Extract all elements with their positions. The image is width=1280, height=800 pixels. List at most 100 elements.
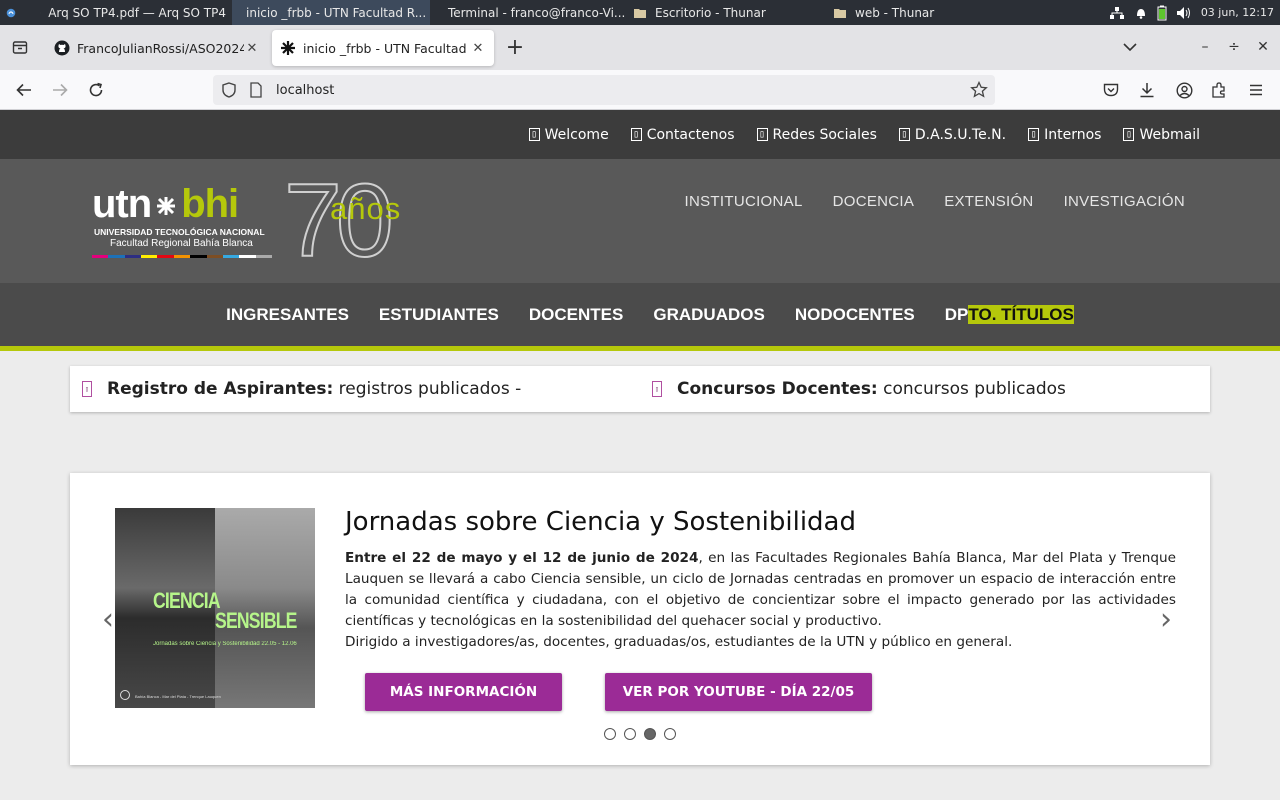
pocket-icon xyxy=(1103,83,1119,97)
maximize-icon: ÷ xyxy=(1228,39,1240,55)
browser-toolbar: localhost xyxy=(0,70,1280,110)
poster-foot: Bahía Blanca - Mar del Plata - Trenque L… xyxy=(135,694,221,699)
missing-glyph-icon: ▯ xyxy=(528,128,540,141)
taskbar-app-thunar-web[interactable]: web - Thunar xyxy=(827,0,1027,25)
firefox-view-button[interactable] xyxy=(8,35,32,59)
tab-label: inicio _frbb - UTN Facultad Reg xyxy=(303,40,470,56)
slide-body-bold: Entre el 22 de mayo y el 12 de junio de … xyxy=(345,550,699,566)
window-close-button[interactable]: ✕ xyxy=(1251,35,1275,59)
taskbar-app-pdf[interactable]: Arq SO TP4.pdf — Arq SO TP4 xyxy=(30,0,232,25)
notification-bell-icon[interactable] xyxy=(1134,6,1148,20)
topnav-label[interactable]: Webmail xyxy=(1139,127,1200,143)
missing-glyph-icon: ▯ xyxy=(82,381,92,397)
taskbar-app-label: Terminal - franco@franco-Vi... xyxy=(448,5,626,20)
menu-institucional[interactable]: INSTITUCIONAL xyxy=(685,193,803,210)
secnav-estudiantes[interactable]: ESTUDIANTES xyxy=(379,305,499,325)
minimize-button[interactable]: – xyxy=(1193,35,1217,59)
poster-word2: SENSIBLE xyxy=(215,608,297,633)
secnav-dpto-titulos[interactable]: DPTO. TÍTULOS xyxy=(945,304,1074,325)
menu-extension[interactable]: EXTENSIÓN xyxy=(944,193,1033,210)
menu-docencia[interactable]: DOCENCIA xyxy=(833,193,915,210)
secnav-graduados[interactable]: GRADUADOS xyxy=(653,305,764,325)
topnav-label[interactable]: Contactenos xyxy=(647,127,735,143)
taskbar-app-terminal[interactable]: Terminal - franco@franco-Vi... xyxy=(430,0,627,25)
folder-icon xyxy=(834,8,846,18)
firefox-view-icon xyxy=(12,41,28,54)
topnav-dasuten[interactable]: ▯ D.A.S.U.Te.N. xyxy=(898,127,1006,143)
ticker-text: registros publicados - xyxy=(333,379,522,399)
back-button[interactable] xyxy=(12,78,36,102)
address-bar[interactable]: localhost xyxy=(213,75,995,105)
reload-button[interactable] xyxy=(84,78,108,102)
maximize-button[interactable]: ÷ xyxy=(1222,35,1246,59)
slider-dot-4[interactable] xyxy=(664,728,676,740)
menu-button[interactable] xyxy=(1244,78,1268,102)
ticker-item-aspirantes[interactable]: ▯ Registro de Aspirantes: registros publ… xyxy=(82,379,521,399)
topnav-redes-sociales[interactable]: ▯ Redes Sociales xyxy=(756,127,877,143)
extensions-button[interactable] xyxy=(1207,78,1231,102)
missing-glyph-icon: ▯ xyxy=(630,128,642,141)
top-utility-nav: ▯ Welcome ▯ Contactenos ▯ Redes Sociales ▯ D… xyxy=(0,110,1280,159)
slide-body-line2: Dirigido a investigadores/as, docentes, … xyxy=(345,634,1013,650)
topnav-label[interactable]: Internos xyxy=(1044,127,1101,143)
topnav-contactenos[interactable]: ▯ Contactenos xyxy=(630,127,735,143)
news-slider: ‹ › CIENCIA SENSIBLE Jornadas sobre Cien… xyxy=(70,473,1210,765)
tab-close-icon[interactable]: ✕ xyxy=(244,41,260,56)
topnav-webmail[interactable]: ▯ Webmail xyxy=(1123,127,1200,143)
new-tab-button[interactable]: + xyxy=(503,35,527,60)
logo-line1: UNIVERSIDAD TECNOLÓGICA NACIONAL xyxy=(94,227,265,237)
secnav-ingresantes[interactable]: INGRESANTES xyxy=(226,305,349,325)
utn-favicon-icon xyxy=(281,41,295,55)
bookmark-star-icon[interactable] xyxy=(970,81,988,99)
ver-youtube-button[interactable]: VER POR YOUTUBE - DÍA 22/05 xyxy=(605,673,872,711)
list-all-tabs-button[interactable] xyxy=(1118,35,1142,59)
slider-dot-3[interactable] xyxy=(644,728,656,740)
ticker-text: concursos publicados xyxy=(877,379,1066,399)
battery-icon[interactable] xyxy=(1157,5,1167,21)
topnav-label[interactable]: D.A.S.U.Te.N. xyxy=(915,127,1006,143)
topnav-label[interactable]: Welcome xyxy=(545,127,609,143)
slide-title[interactable]: Jornadas sobre Ciencia y Sostenibilidad xyxy=(345,507,856,537)
account-button[interactable] xyxy=(1172,78,1196,102)
topnav-internos[interactable]: ▯ Internos xyxy=(1028,127,1101,143)
mas-informacion-button[interactable]: MÁS INFORMACIÓN xyxy=(365,673,562,711)
missing-glyph-icon: ▯ xyxy=(1028,128,1040,141)
start-menu-button[interactable] xyxy=(0,0,30,25)
tab-close-icon[interactable]: ✕ xyxy=(470,41,486,56)
taskbar-app-thunar-desktop[interactable]: Escritorio - Thunar xyxy=(627,0,827,25)
menu-investigacion[interactable]: INVESTIGACIÓN xyxy=(1064,193,1185,210)
poster-sub: Jornadas sobre Ciencia y Sostenibilidad … xyxy=(153,641,297,647)
downloads-button[interactable] xyxy=(1135,78,1159,102)
ticker-item-concursos[interactable]: ▯ Concursos Docentes: concursos publicad… xyxy=(652,379,1066,399)
tab-utn-active[interactable]: inicio _frbb - UTN Facultad Reg ✕ xyxy=(272,30,494,66)
site-logo[interactable]: utn bhi UNIVERSIDAD TECNOLÓGICA NACIONAL … xyxy=(92,162,422,280)
pocket-button[interactable] xyxy=(1099,78,1123,102)
anniversary-anos: años xyxy=(330,191,402,226)
taskbar-app-label: Escritorio - Thunar xyxy=(655,5,766,20)
volume-icon[interactable] xyxy=(1176,6,1192,20)
tab-label: FrancoJulianRossi/ASO2024TP xyxy=(77,40,244,56)
tab-github[interactable]: FrancoJulianRossi/ASO2024TP ✕ xyxy=(46,30,268,66)
network-icon[interactable] xyxy=(1109,6,1125,20)
slide-poster-image[interactable]: CIENCIA SENSIBLE Jornadas sobre Ciencia … xyxy=(115,508,315,708)
page-icon[interactable] xyxy=(249,82,263,98)
close-icon: ✕ xyxy=(1257,39,1269,55)
slider-dot-1[interactable] xyxy=(604,728,616,740)
download-icon xyxy=(1140,83,1154,98)
slider-prev-arrow[interactable]: ‹ xyxy=(102,605,114,635)
url-text[interactable]: localhost xyxy=(276,83,334,98)
ticker-bold: Concursos Docentes: xyxy=(677,379,878,399)
secnav-docentes[interactable]: DOCENTES xyxy=(529,305,623,325)
shield-icon[interactable] xyxy=(222,82,236,98)
topnav-label[interactable]: Redes Sociales xyxy=(773,127,877,143)
slider-dot-2[interactable] xyxy=(624,728,636,740)
slider-pagination xyxy=(604,728,676,740)
missing-glyph-icon: ▯ xyxy=(1123,128,1135,141)
forward-button[interactable] xyxy=(48,78,72,102)
topnav-welcome[interactable]: ▯ Welcome xyxy=(528,127,609,143)
taskbar-app-label: web - Thunar xyxy=(855,5,935,20)
secnav-nodocentes[interactable]: NODOCENTES xyxy=(795,305,915,325)
news-ticker: ▯ Registro de Aspirantes: registros publ… xyxy=(70,366,1210,412)
clock[interactable]: 03 jun, 12:17 xyxy=(1201,6,1274,19)
taskbar-app-firefox[interactable]: inicio _frbb - UTN Facultad R... xyxy=(232,0,430,25)
